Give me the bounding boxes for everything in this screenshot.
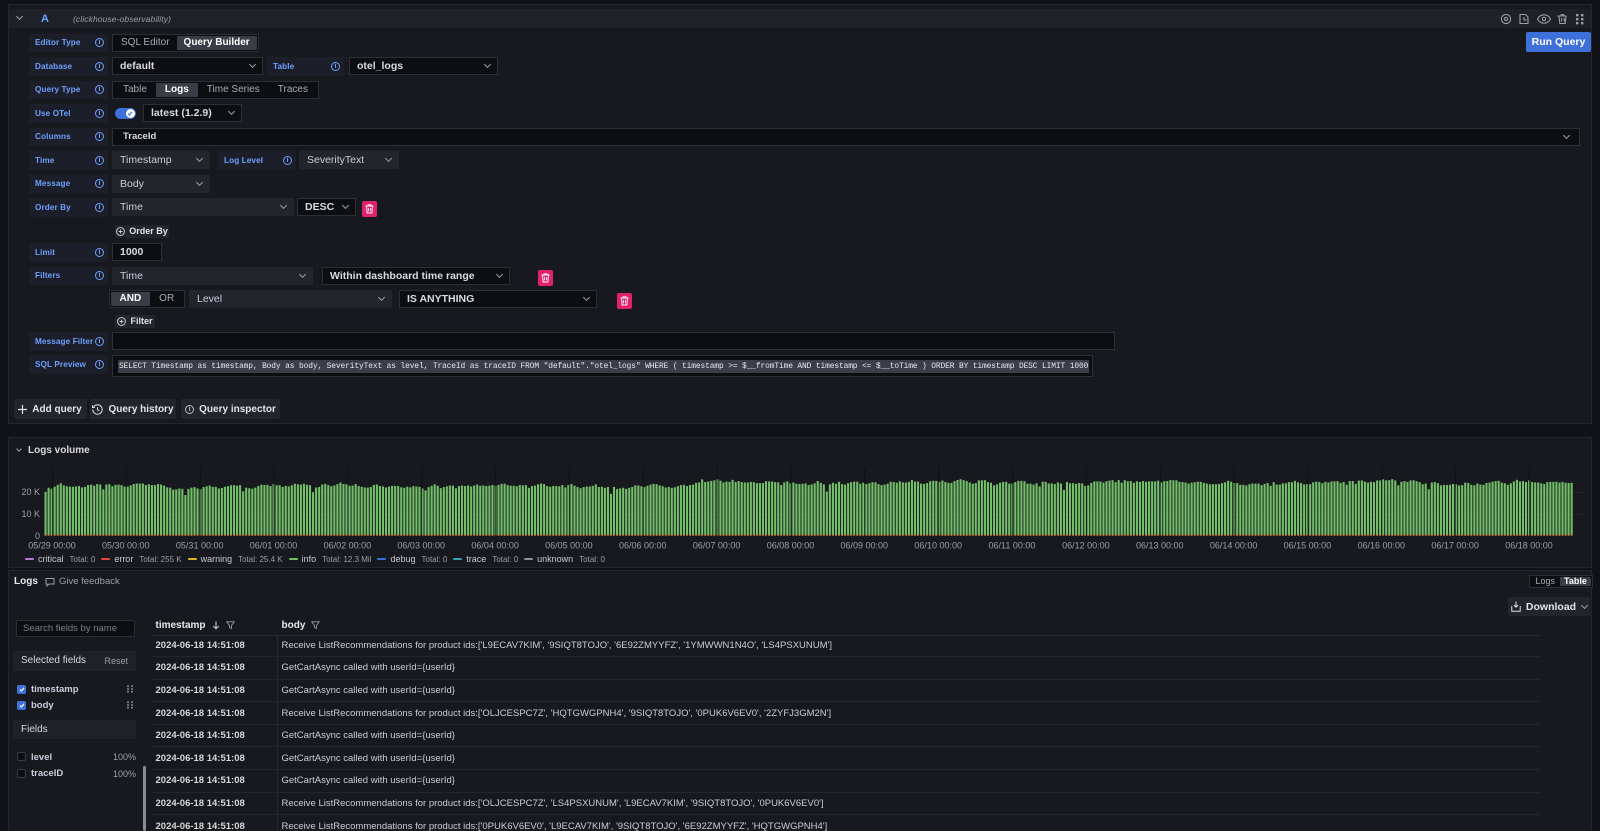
svg-text:0: 0 [35,531,40,541]
svg-text:06/11 00:00: 06/11 00:00 [989,541,1036,551]
svg-text:06/03 00:00: 06/03 00:00 [397,541,445,551]
svg-text:06/09 00:00: 06/09 00:00 [841,541,889,551]
svg-text:10 K: 10 K [21,509,40,519]
svg-text:06/04 00:00: 06/04 00:00 [471,541,519,551]
svg-text:20 K: 20 K [21,487,40,497]
svg-text:06/08 00:00: 06/08 00:00 [767,541,815,551]
svg-text:06/12 00:00: 06/12 00:00 [1062,541,1110,551]
svg-text:06/18 00:00: 06/18 00:00 [1505,541,1553,551]
svg-text:05/31 00:00: 05/31 00:00 [176,541,224,551]
svg-text:06/17 00:00: 06/17 00:00 [1431,541,1479,551]
svg-text:06/15 00:00: 06/15 00:00 [1284,541,1332,551]
svg-text:06/05 00:00: 06/05 00:00 [545,541,593,551]
svg-text:06/14 00:00: 06/14 00:00 [1210,541,1258,551]
svg-text:06/06 00:00: 06/06 00:00 [619,541,667,551]
svg-text:05/29 00:00: 05/29 00:00 [28,541,76,551]
svg-text:06/10 00:00: 06/10 00:00 [914,541,962,551]
svg-text:05/30 00:00: 05/30 00:00 [102,541,150,551]
svg-text:06/02 00:00: 06/02 00:00 [324,541,372,551]
svg-text:06/07 00:00: 06/07 00:00 [693,541,741,551]
svg-text:06/16 00:00: 06/16 00:00 [1358,541,1406,551]
svg-text:06/01 00:00: 06/01 00:00 [250,541,298,551]
svg-text:06/13 00:00: 06/13 00:00 [1136,541,1184,551]
